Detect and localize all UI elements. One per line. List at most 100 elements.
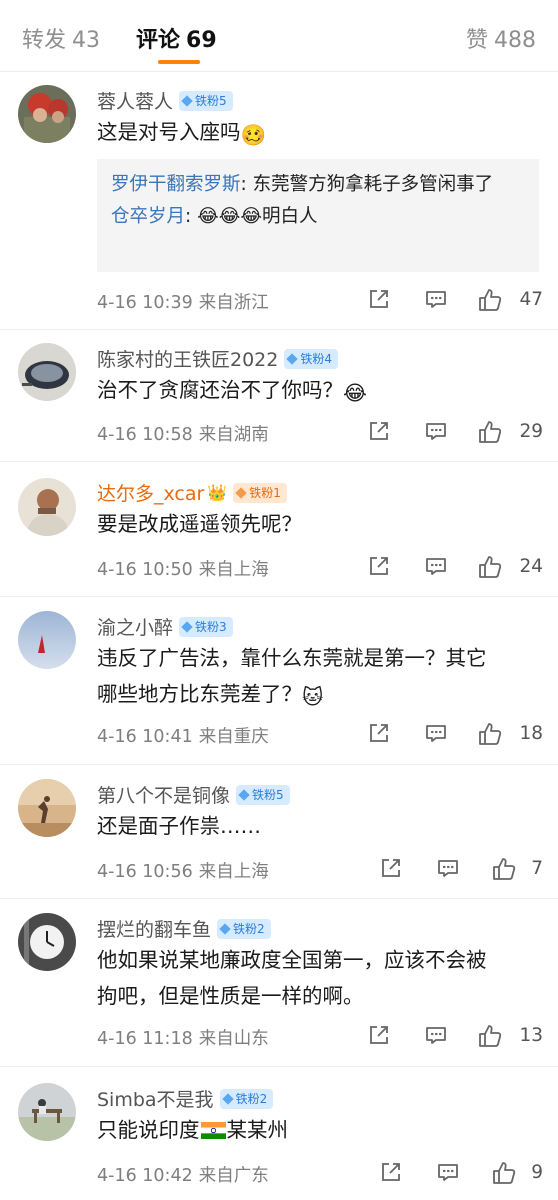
reply-preview[interactable]: 罗伊干翻索罗斯: 东莞警方狗拿耗子多管闲事了 仓卒岁月: 😂😂😂明白人 xyxy=(97,159,539,272)
timestamp: 4-16 10:58 xyxy=(97,425,193,445)
comment-text-main: 要是改成遥遥领先呢？ xyxy=(97,512,302,536)
comment-footer: 4-16 10:58 来自湖南 29 xyxy=(97,419,543,447)
like-count: 47 xyxy=(519,289,543,310)
fan-badge: 铁粉4 xyxy=(284,348,338,369)
comment-header: 第八个不是铜像 铁粉5 xyxy=(97,781,290,807)
comment-text: 只能说印度 某某州 xyxy=(97,1112,547,1148)
share-icon[interactable] xyxy=(367,554,391,578)
comment-icon[interactable] xyxy=(424,554,448,578)
comment-meta: 4-16 10:50 来自上海 xyxy=(97,556,269,581)
comment-footer: 4-16 10:50 来自上海 24 xyxy=(97,554,543,582)
tab-likes-count: 488 xyxy=(494,28,537,53)
comment-item: 渝之小醉 铁粉3 违反了广告法，靠什么东莞就是第一？其它 哪些地方比东莞差了？🐱 … xyxy=(0,597,558,765)
thumbs-up-icon[interactable] xyxy=(477,554,503,580)
timestamp: 4-16 10:41 xyxy=(97,727,193,747)
fan-badge: 铁粉2 xyxy=(217,918,271,939)
comment-text: 违反了广告法，靠什么东莞就是第一？其它 哪些地方比东莞差了？🐱 xyxy=(97,640,547,715)
comment-meta: 4-16 10:41 来自重庆 xyxy=(97,723,269,748)
diamond-icon xyxy=(221,1092,234,1105)
fan-badge: 铁粉2 xyxy=(219,1088,274,1109)
thumbs-up-icon[interactable] xyxy=(491,856,517,882)
location: 来自重庆 xyxy=(198,727,269,747)
avatar[interactable] xyxy=(18,1083,76,1141)
emoji: 🥴 xyxy=(240,123,267,147)
thumbs-up-icon[interactable] xyxy=(477,287,503,313)
comment-icon[interactable] xyxy=(424,721,448,745)
reply-username[interactable]: 仓卒岁月 xyxy=(111,206,185,227)
badge-label: 铁粉2 xyxy=(233,921,265,936)
username[interactable]: 摆烂的翻车鱼 xyxy=(97,919,211,941)
like-count: 18 xyxy=(519,723,543,744)
reply-username[interactable]: 罗伊干翻索罗斯 xyxy=(111,174,241,195)
comment-meta: 4-16 11:18 来自山东 xyxy=(97,1025,269,1050)
share-icon[interactable] xyxy=(367,721,391,745)
tab-repost-count: 43 xyxy=(72,28,101,53)
share-icon[interactable] xyxy=(367,1023,391,1047)
badge-label: 铁粉1 xyxy=(249,485,281,500)
reply-separator: : xyxy=(240,174,253,195)
comment-item: 陈家村的王铁匠2022 铁粉4 治不了贪腐还治不了你吗？😂 4-16 10:58 来… xyxy=(0,330,558,462)
diamond-icon xyxy=(181,620,193,633)
comment-header: 陈家村的王铁匠2022 铁粉4 xyxy=(97,345,338,371)
username[interactable]: 达尔多_xcar xyxy=(97,483,204,505)
comment-header: 渝之小醉 铁粉3 xyxy=(97,613,233,639)
thumbs-up-icon[interactable] xyxy=(477,1023,503,1049)
badge-label: 铁粉5 xyxy=(252,787,284,802)
comment-item: 摆烂的翻车鱼 铁粉2 他如果说某地廉政度全国第一，应该不会被 拘吧，但是性质是一样… xyxy=(0,899,558,1067)
avatar[interactable] xyxy=(18,611,76,669)
avatar[interactable] xyxy=(18,478,76,536)
tab-bar: 转发 43 评论 69 赞 488 xyxy=(0,0,558,72)
badge-label: 铁粉2 xyxy=(235,1091,268,1106)
reply-text: 😂😂😂明白人 xyxy=(197,206,318,227)
diamond-icon xyxy=(181,94,193,107)
avatar[interactable] xyxy=(18,85,76,143)
comment-text-main: 治不了贪腐还治不了你吗？ xyxy=(97,378,343,402)
thumbs-up-icon[interactable] xyxy=(477,721,503,747)
reply-separator: : xyxy=(185,206,198,227)
comment-icon[interactable] xyxy=(424,287,448,311)
like-count: 24 xyxy=(519,556,543,577)
comment-text-line2: 哪些地方比东莞差了？ xyxy=(97,682,302,706)
thumbs-up-icon[interactable] xyxy=(491,1160,517,1186)
diamond-icon xyxy=(219,922,231,935)
comment-footer: 4-16 10:39 来自浙江 47 xyxy=(97,287,543,315)
avatar[interactable] xyxy=(18,913,76,971)
thumbs-up-icon[interactable] xyxy=(477,419,503,445)
username[interactable]: 陈家村的王铁匠2022 xyxy=(97,349,278,371)
comment-header: 蓉人蓉人 铁粉5 xyxy=(97,87,233,113)
share-icon[interactable] xyxy=(367,419,391,443)
comment-icon[interactable] xyxy=(436,856,460,880)
username[interactable]: 第八个不是铜像 xyxy=(97,785,230,807)
comment-text: 他如果说某地廉政度全国第一，应该不会被 拘吧，但是性质是一样的啊。 xyxy=(97,942,547,1014)
location: 来自山东 xyxy=(198,1029,269,1049)
comment-item: 达尔多_xcar 👑 铁粉1 要是改成遥遥领先呢？ 4-16 10:50 来自上海 2… xyxy=(0,462,558,597)
share-icon[interactable] xyxy=(379,1160,403,1184)
comment-meta: 4-16 10:42 来自广东 xyxy=(97,1162,269,1187)
username[interactable]: 蓉人蓉人 xyxy=(97,91,173,113)
location: 来自上海 xyxy=(198,862,269,882)
comment-footer: 4-16 10:41 来自重庆 18 xyxy=(97,721,543,749)
comment-item: 第八个不是铜像 铁粉5 还是面子作祟…… 4-16 10:56 来自上海 7 xyxy=(0,765,558,899)
comment-header: 摆烂的翻车鱼 铁粉2 xyxy=(97,915,271,941)
timestamp: 4-16 11:18 xyxy=(97,1029,193,1049)
tab-repost[interactable]: 转发 43 xyxy=(22,22,100,54)
comment-icon[interactable] xyxy=(436,1160,460,1184)
crown-icon: 👑 xyxy=(207,482,228,502)
comment-icon[interactable] xyxy=(424,1023,448,1047)
like-count: 13 xyxy=(519,1025,543,1046)
comment-footer: 4-16 10:56 来自上海 7 xyxy=(97,856,543,884)
tab-comments[interactable]: 评论 69 xyxy=(136,22,217,54)
comment-item: Simba不是我 铁粉2 只能说印度 某某州 4-16 10:42 来自广东 9 xyxy=(0,1067,558,1200)
username[interactable]: 渝之小醉 xyxy=(97,617,173,639)
tab-likes[interactable]: 赞 488 xyxy=(466,22,536,54)
avatar[interactable] xyxy=(18,779,76,837)
share-icon[interactable] xyxy=(367,287,391,311)
comment-text-line: 拘吧，但是性质是一样的啊。 xyxy=(97,984,364,1008)
username[interactable]: Simba不是我 xyxy=(97,1089,214,1111)
comment-icon[interactable] xyxy=(424,419,448,443)
share-icon[interactable] xyxy=(379,856,403,880)
avatar[interactable] xyxy=(18,343,76,401)
location: 来自广东 xyxy=(198,1166,269,1186)
diamond-icon xyxy=(286,352,299,365)
like-count: 9 xyxy=(531,1162,543,1183)
